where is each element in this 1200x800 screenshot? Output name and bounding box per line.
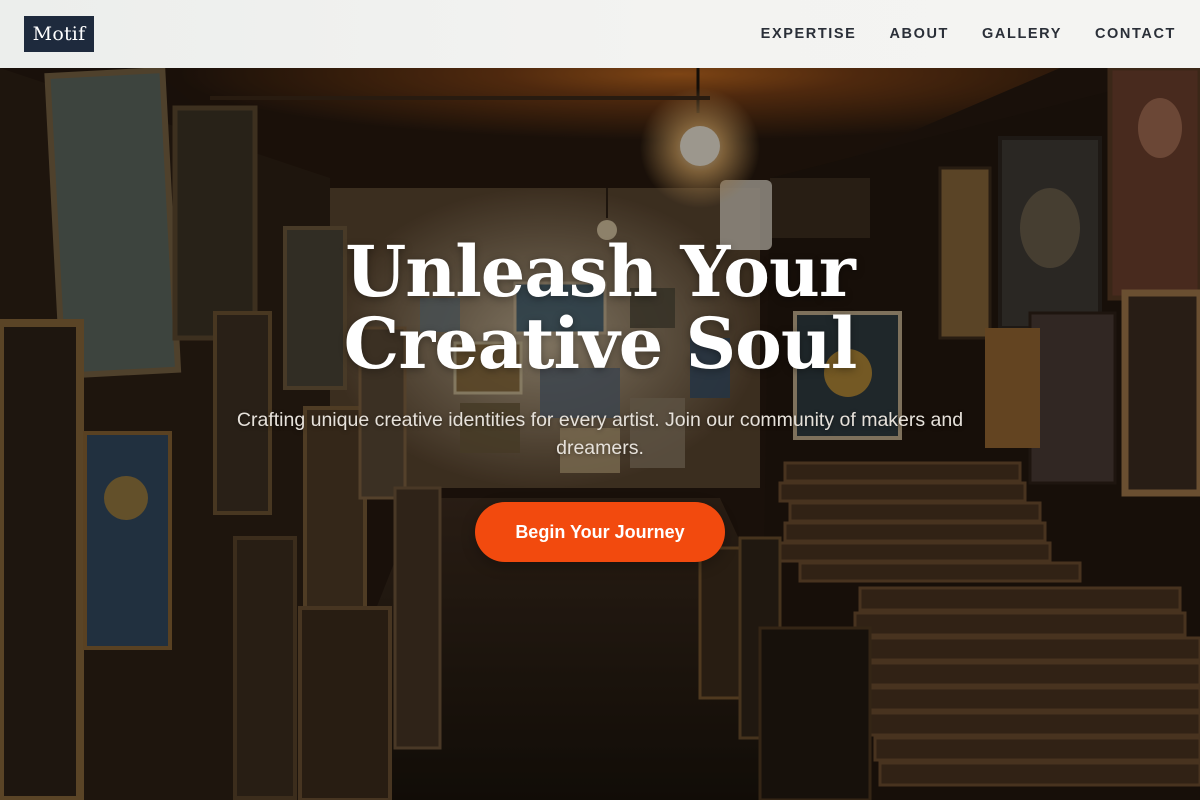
nav-link-gallery[interactable]: GALLERY <box>982 26 1062 42</box>
hero-content: Unleash Your Creative Soul Crafting uniq… <box>0 68 1200 800</box>
hero-title: Unleash Your Creative Soul <box>343 230 858 385</box>
main-nav: EXPERTISE ABOUT GALLERY CONTACT <box>761 26 1176 42</box>
nav-link-about[interactable]: ABOUT <box>889 26 949 42</box>
hero-section: Unleash Your Creative Soul Crafting uniq… <box>0 68 1200 800</box>
begin-journey-button[interactable]: Begin Your Journey <box>475 502 725 562</box>
nav-link-expertise[interactable]: EXPERTISE <box>761 26 857 42</box>
landing-page: Motif EXPERTISE ABOUT GALLERY CONTACT Un… <box>0 0 1200 800</box>
logo[interactable]: Motif <box>24 16 94 52</box>
nav-link-contact[interactable]: CONTACT <box>1095 26 1176 42</box>
site-header: Motif EXPERTISE ABOUT GALLERY CONTACT <box>0 0 1200 68</box>
hero-subtitle: Crafting unique creative identities for … <box>236 409 964 459</box>
